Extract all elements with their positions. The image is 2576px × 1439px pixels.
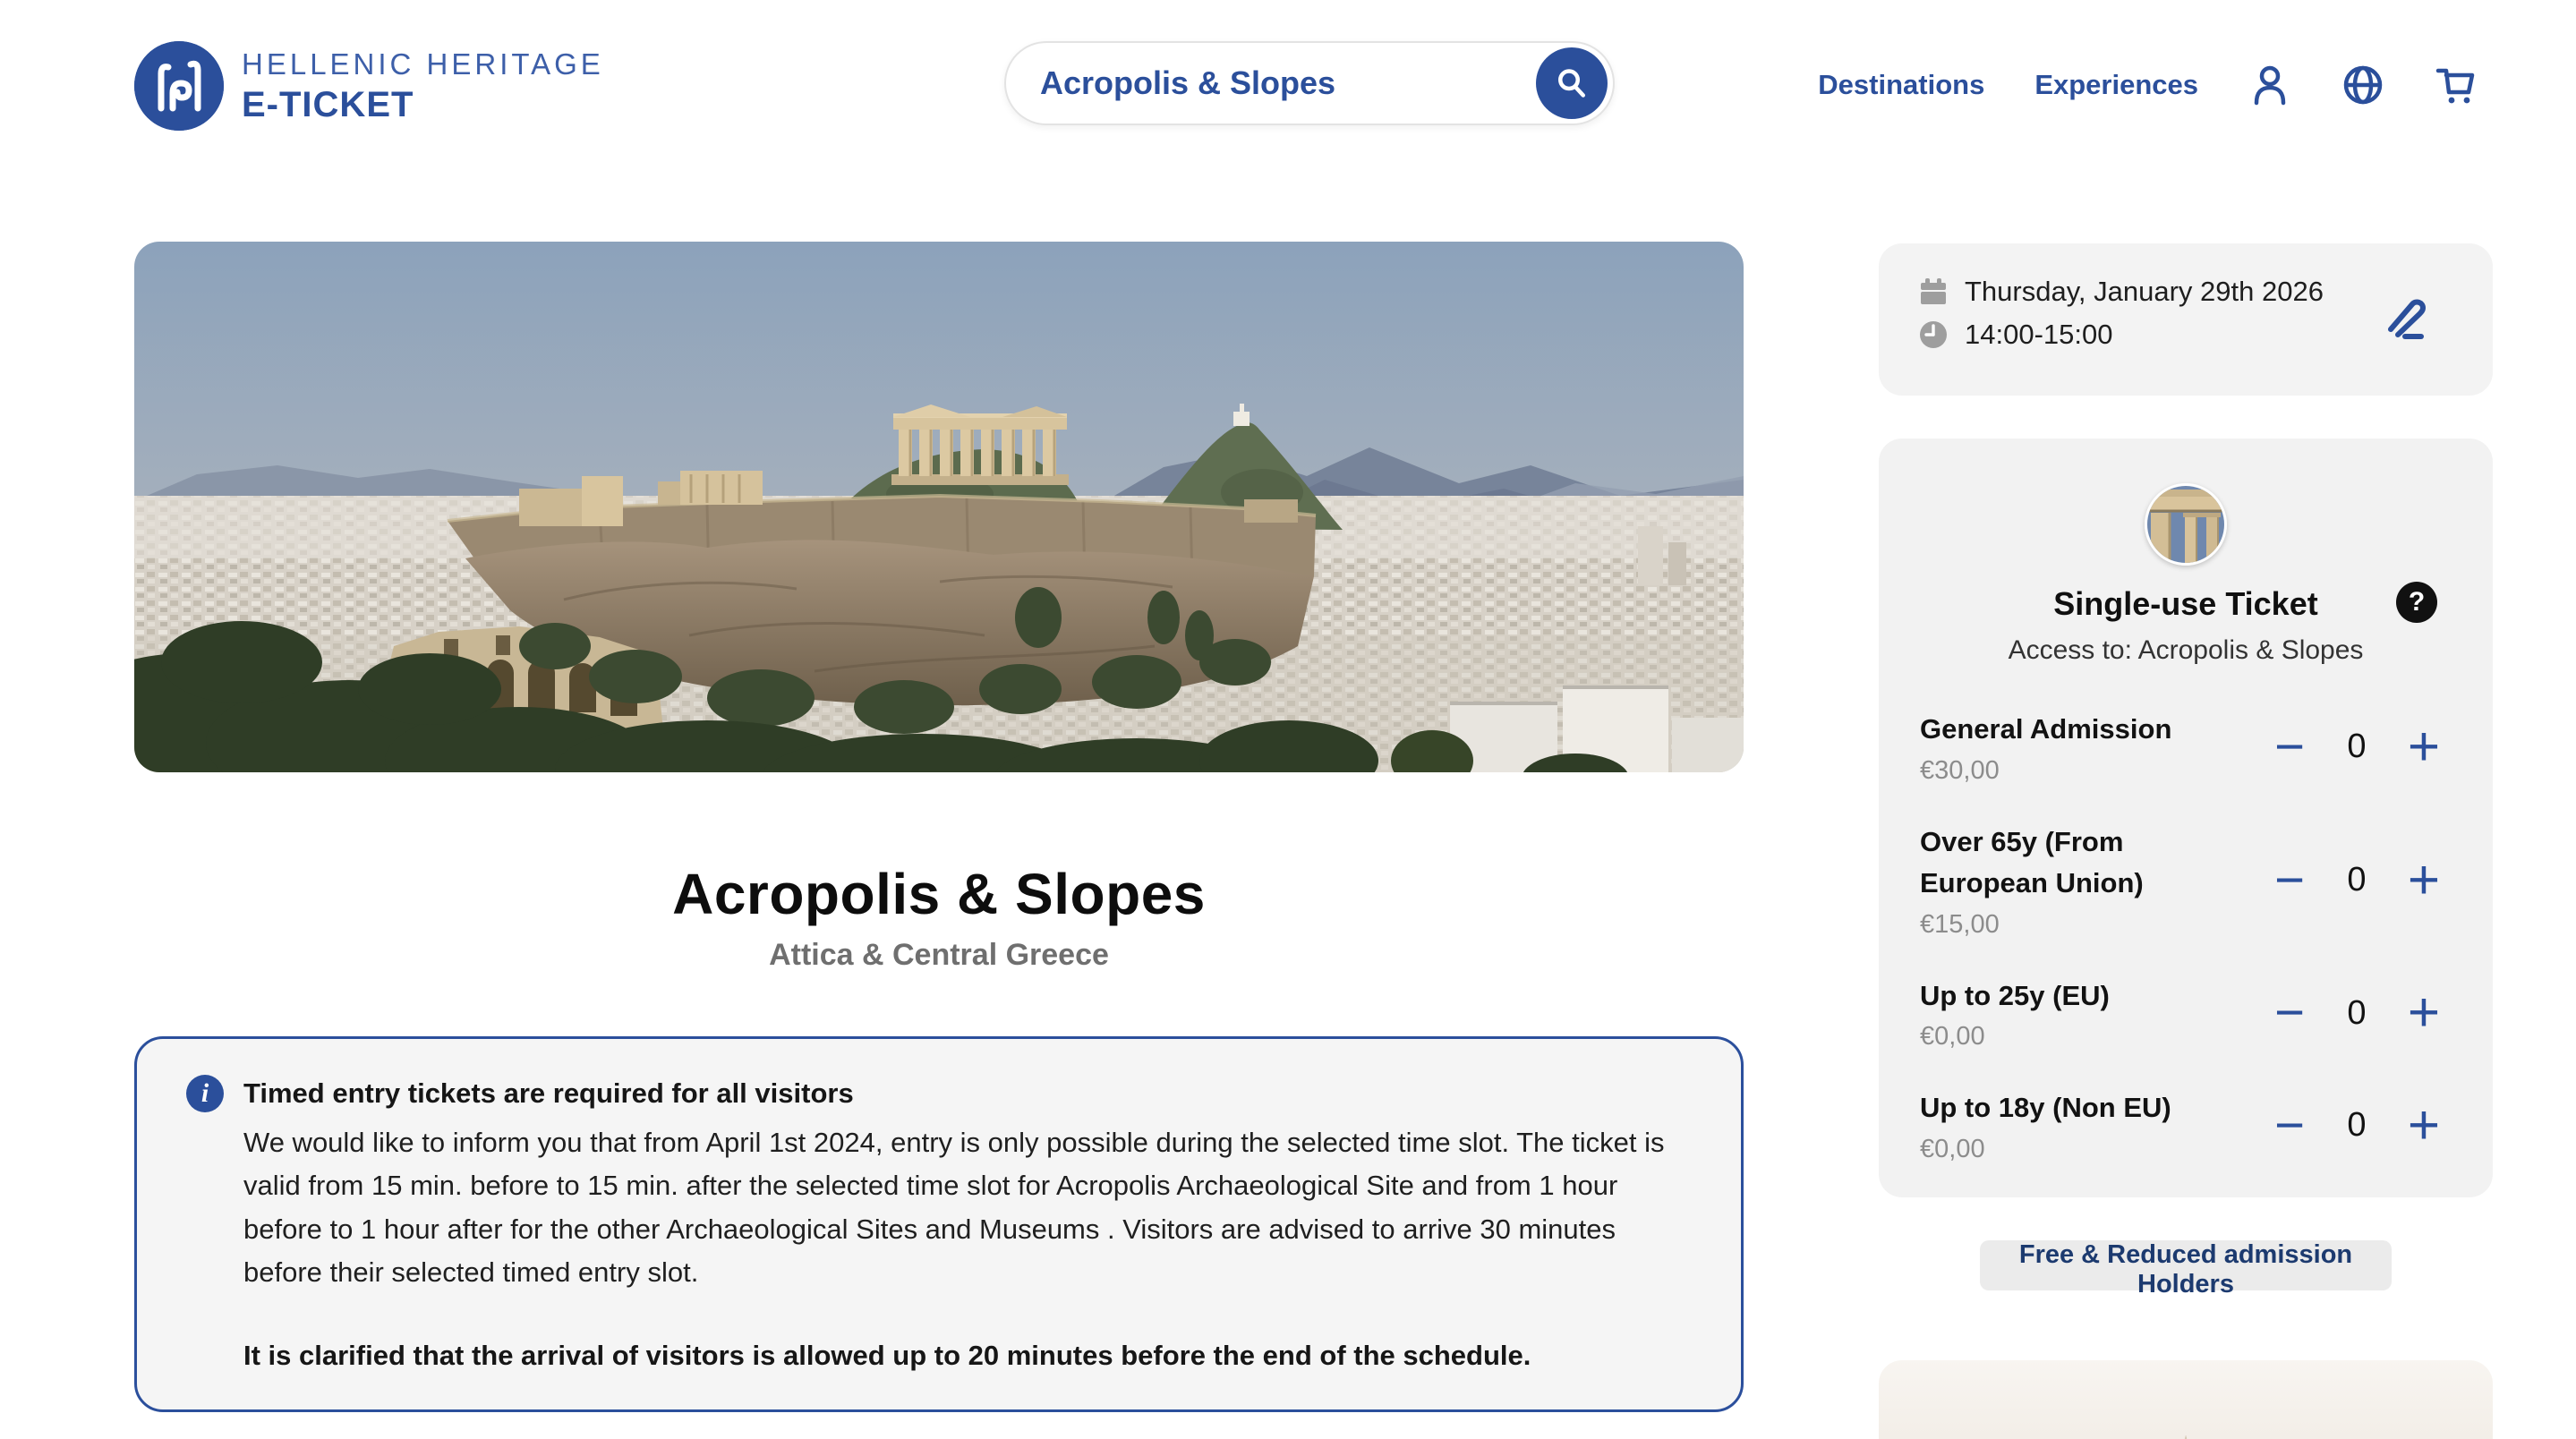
decrease-button[interactable]: − xyxy=(2258,720,2321,773)
search-icon xyxy=(1558,69,1585,98)
selected-time: 14:00-15:00 xyxy=(1965,319,2113,350)
increase-button[interactable]: + xyxy=(2393,719,2455,775)
increase-button[interactable]: + xyxy=(2393,852,2455,908)
search-input[interactable] xyxy=(1006,64,1536,102)
decrease-button[interactable]: − xyxy=(2258,854,2321,907)
calendar-icon xyxy=(1921,278,1946,304)
acropolis-hero-image xyxy=(134,242,1744,772)
notice-heading: Timed entry tickets are required for all… xyxy=(243,1077,854,1109)
notice-footer: It is clarified that the arrival of visi… xyxy=(243,1340,1531,1372)
nav-destinations[interactable]: Destinations xyxy=(1818,69,1984,101)
decrease-button[interactable]: − xyxy=(2258,1099,2321,1152)
site-header: HELLENIC HERITAGE E-TICKET Destinations … xyxy=(0,0,2576,170)
logo-line2: E-TICKET xyxy=(242,84,414,124)
selected-date: Thursday, January 29th 2026 xyxy=(1965,276,2324,307)
increase-button[interactable]: + xyxy=(2393,985,2455,1041)
ticket-row: Over 65y (From European Union) €15,00 − … xyxy=(1920,822,2455,940)
search-button[interactable] xyxy=(1536,47,1608,119)
main-nav: Destinations Experiences xyxy=(1818,0,2478,170)
quantity-stepper: − 0 + xyxy=(2249,1097,2455,1154)
ticket-type-price: €15,00 xyxy=(1920,909,2000,939)
cart-icon[interactable] xyxy=(2435,64,2478,106)
decrease-button[interactable]: − xyxy=(2258,987,2321,1039)
globe-icon[interactable] xyxy=(2341,64,2384,106)
ticket-type-label: General Admission xyxy=(1920,713,2172,745)
site-logo[interactable]: HELLENIC HERITAGE E-TICKET xyxy=(134,41,604,131)
ticket-type-label: Up to 25y (EU) xyxy=(1920,979,2110,1011)
info-icon: i xyxy=(186,1075,224,1112)
pencil-icon xyxy=(2388,299,2426,339)
timed-entry-notice: i Timed entry tickets are required for a… xyxy=(134,1036,1744,1412)
increase-button[interactable]: + xyxy=(2393,1097,2455,1154)
selected-datetime-card: Thursday, January 29th 2026 14:00-15:00 xyxy=(1879,243,2493,396)
ticket-row: Up to 18y (Non EU) €0,00 − 0 + xyxy=(1920,1087,2455,1164)
quantity-value: 0 xyxy=(2347,861,2367,898)
ticket-type-price: €0,00 xyxy=(1920,1134,1985,1163)
ticket-title: Single-use Ticket xyxy=(2053,585,2318,622)
ticket-row: General Admission €30,00 − 0 + xyxy=(1920,709,2455,786)
ticket-row: Up to 25y (EU) €0,00 − 0 + xyxy=(1920,975,2455,1052)
page-title: Acropolis & Slopes xyxy=(672,862,1206,926)
user-icon[interactable] xyxy=(2248,64,2291,106)
free-reduced-admission-button[interactable]: Free & Reduced admission Holders xyxy=(1980,1240,2392,1299)
edit-datetime-button[interactable] xyxy=(2382,294,2432,344)
quantity-stepper: − 0 + xyxy=(2249,985,2455,1041)
page-subtitle: Attica & Central Greece xyxy=(769,938,1109,972)
quantity-value: 0 xyxy=(2347,728,2367,766)
next-ticket-card-partial[interactable] xyxy=(1879,1360,2493,1439)
nav-experiences[interactable]: Experiences xyxy=(2034,69,2198,101)
ticket-type-label: Over 65y (From European Union) xyxy=(1920,825,2144,899)
ticket-thumbnail xyxy=(2145,483,2227,566)
acropolis-photo xyxy=(134,242,1744,772)
quantity-value: 0 xyxy=(2347,1106,2367,1145)
quantity-value: 0 xyxy=(2347,993,2367,1032)
help-icon[interactable]: ? xyxy=(2396,582,2437,623)
quantity-stepper: − 0 + xyxy=(2249,852,2455,908)
ticket-type-price: €0,00 xyxy=(1920,1022,1985,1051)
ticket-access: Access to: Acropolis & Slopes xyxy=(2008,635,2364,665)
logo-text: HELLENIC HERITAGE E-TICKET xyxy=(242,47,604,125)
single-use-ticket-card: Single-use Ticket ? Access to: Acropolis… xyxy=(1879,439,2493,1197)
notice-body: We would like to inform you that from Ap… xyxy=(243,1127,1665,1289)
quantity-stepper: − 0 + xyxy=(2249,719,2455,775)
monument-thumbnail-partial xyxy=(2184,1435,2188,1439)
ticket-type-label: Up to 18y (Non EU) xyxy=(1920,1092,2171,1123)
logo-line1: HELLENIC HERITAGE xyxy=(242,47,604,81)
ticket-type-price: €30,00 xyxy=(1920,755,2000,785)
clock-icon xyxy=(1920,321,1947,348)
search-bar xyxy=(1004,41,1615,125)
logo-mark-icon xyxy=(134,41,224,131)
columns-photo xyxy=(2147,486,2224,563)
